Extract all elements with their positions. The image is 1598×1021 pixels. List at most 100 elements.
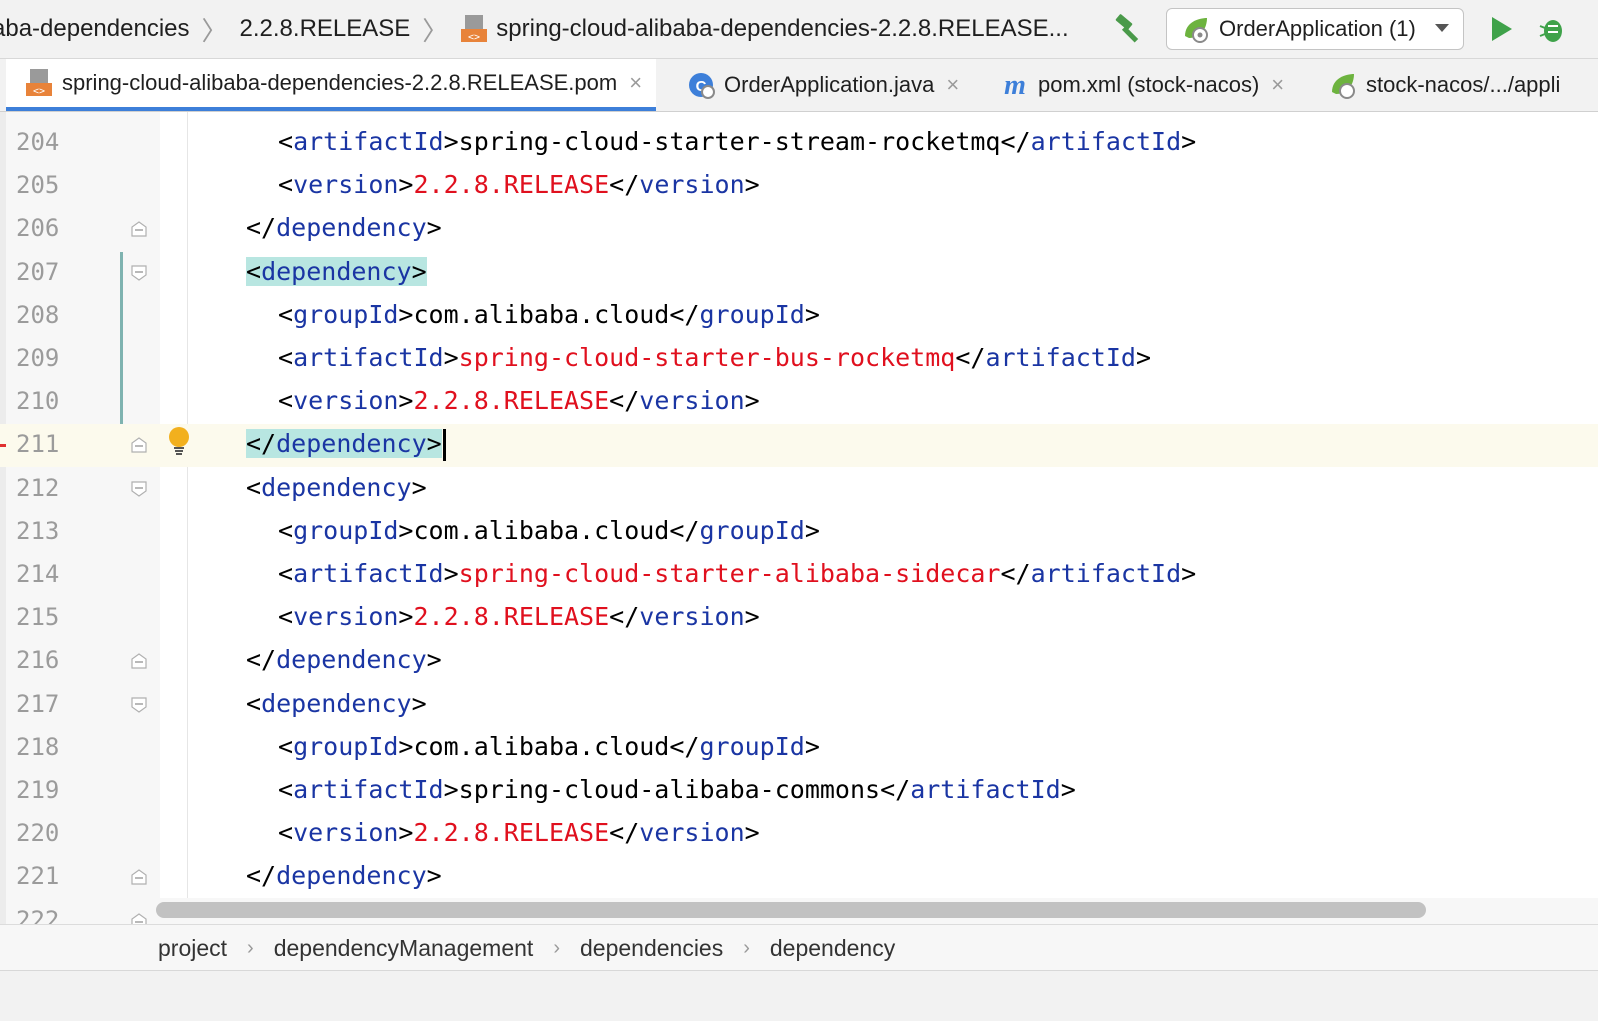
code-text: <artifactId>spring-cloud-starter-bus-roc… — [278, 343, 1151, 372]
tab-label: spring-cloud-alibaba-dependencies-2.2.8.… — [62, 70, 618, 95]
code-line[interactable]: 204 <artifactId>spring-cloud-starter-stre… — [0, 122, 1598, 165]
tag-bracket: </ — [609, 818, 640, 848]
code-line[interactable]: 206 </dependency> — [0, 208, 1598, 251]
code-line[interactable]: 209 <artifactId>spring-cloud-starter-bus-… — [0, 338, 1598, 381]
line-number: 218 — [16, 732, 60, 761]
horizontal-scrollbar[interactable] — [156, 902, 1426, 918]
tag-bracket: > — [411, 472, 427, 502]
tab-stock-nacos-config[interactable]: stock-nacos/.../appli — [1328, 59, 1560, 111]
tag-bracket: </ — [246, 429, 277, 459]
nav-crumb-artifact[interactable]: aba-dependencies — [0, 15, 190, 43]
code-line[interactable]: 217 <dependency> — [0, 684, 1598, 727]
code-line[interactable]: 219 <artifactId>spring-cloud-alibaba-comm… — [0, 770, 1598, 813]
line-number: 221 — [16, 862, 60, 891]
code-line[interactable]: 214 <artifactId>spring-cloud-starter-alib… — [0, 554, 1598, 597]
tag-value: 2.2.8.RELEASE — [413, 170, 610, 200]
close-icon[interactable]: × — [946, 72, 959, 98]
fold-open-icon[interactable] — [130, 480, 148, 498]
tag-bracket: < — [278, 170, 294, 200]
code-text: <version>2.2.8.RELEASE</version> — [278, 818, 760, 847]
code-line[interactable]: 215 <version>2.2.8.RELEASE</version> — [0, 597, 1598, 640]
run-configuration-label: OrderApplication (1) — [1219, 16, 1416, 41]
line-number: 215 — [16, 603, 60, 632]
close-icon[interactable]: × — [629, 70, 642, 96]
tab-order-application[interactable]: C OrderApplication.java × — [686, 59, 959, 111]
code-line[interactable]: 210 <version>2.2.8.RELEASE</version> — [0, 381, 1598, 424]
code-line[interactable]: 205 <version>2.2.8.RELEASE</version> — [0, 165, 1598, 208]
fold-close-icon[interactable] — [130, 652, 148, 670]
code-text: </dependency> — [246, 213, 442, 242]
chevron-right-icon: 〉 — [422, 15, 449, 46]
breadcrumb-dependency-management[interactable]: dependencyManagement — [274, 935, 534, 962]
xml-file-icon: <> — [461, 15, 488, 43]
run-configuration-select[interactable]: OrderApplication (1) — [1166, 8, 1464, 50]
code-line[interactable]: 220 <version>2.2.8.RELEASE</version> — [0, 813, 1598, 856]
java-class-icon: C — [689, 73, 715, 99]
tab-label: stock-nacos/.../appli — [1366, 72, 1561, 97]
tag-bracket: > — [398, 818, 414, 848]
svg-text:<>: <> — [33, 86, 45, 97]
tag-bracket: </ — [1000, 127, 1031, 156]
code-line[interactable]: 221 </dependency> — [0, 856, 1598, 899]
hammer-icon[interactable] — [1112, 12, 1146, 46]
tag-name: dependency — [276, 429, 427, 459]
tag-name: version — [639, 818, 745, 848]
tag-bracket: > — [426, 429, 442, 459]
code-line[interactable]: 216 </dependency> — [0, 640, 1598, 683]
tag-bracket: </ — [880, 775, 911, 804]
code-line[interactable]: 218 <groupId>com.alibaba.cloud</groupId> — [0, 727, 1598, 770]
fold-close-icon[interactable] — [130, 868, 148, 886]
code-line[interactable]: 212 <dependency> — [0, 468, 1598, 511]
tag-bracket: < — [278, 559, 294, 588]
fold-close-icon[interactable] — [130, 220, 148, 238]
nav-crumb-version[interactable]: 2.2.8.RELEASE — [240, 15, 411, 43]
nav-crumb-label: aba-dependencies — [0, 15, 190, 42]
spring-boot-icon — [1185, 18, 1208, 43]
tag-bracket: < — [278, 299, 294, 329]
tab-pom-xml[interactable]: m pom.xml (stock-nacos) × — [1000, 59, 1284, 111]
tab-pom-file[interactable]: <> spring-cloud-alibaba-dependencies-2.2… — [6, 59, 657, 111]
tag-bracket: > — [411, 688, 427, 718]
code-text: <dependency> — [246, 473, 427, 502]
run-icon[interactable] — [1488, 14, 1516, 44]
code-text: </dependency> — [246, 645, 442, 674]
code-editor[interactable]: 204 <artifactId>spring-cloud-starter-stre… — [0, 112, 1598, 924]
nav-crumb-label: spring-cloud-alibaba-dependencies-2.2.8.… — [496, 15, 1069, 42]
code-line[interactable]: 208 <groupId>com.alibaba.cloud</groupId> — [0, 295, 1598, 338]
tag-bracket: < — [278, 515, 294, 545]
tag-name: version — [639, 386, 745, 416]
line-number: 208 — [16, 300, 60, 329]
chevron-right-icon: › — [553, 936, 560, 959]
tag-bracket: < — [246, 688, 262, 718]
line-number: 210 — [16, 387, 60, 416]
code-line[interactable]: 213 <groupId>com.alibaba.cloud</groupId> — [0, 511, 1598, 554]
fold-close-icon[interactable] — [130, 436, 148, 454]
line-number: 206 — [16, 214, 60, 243]
xml-file-icon: <> — [26, 69, 52, 97]
fold-open-icon[interactable] — [130, 696, 148, 714]
code-text: <version>2.2.8.RELEASE</version> — [278, 386, 760, 415]
debug-icon[interactable] — [1536, 12, 1570, 46]
breadcrumb-dependency[interactable]: dependency — [770, 935, 895, 962]
close-icon[interactable]: × — [1271, 72, 1284, 98]
lightbulb-icon[interactable] — [167, 426, 191, 456]
code-text: <dependency> — [246, 256, 427, 286]
nav-crumb-file[interactable]: <> spring-cloud-alibaba-dependencies-2.2… — [460, 14, 1069, 44]
breadcrumb-dependencies[interactable]: dependencies — [580, 935, 723, 962]
tag-value: spring-cloud-starter-bus-rocketmq — [458, 343, 956, 372]
tag-bracket: </ — [955, 343, 986, 372]
code-line[interactable]: 211 </dependency> — [0, 424, 1598, 468]
tag-name: dependency — [276, 861, 427, 891]
breadcrumb-project[interactable]: project — [158, 935, 227, 962]
svg-text:m: m — [1004, 70, 1026, 100]
fold-open-icon[interactable] — [130, 264, 148, 282]
code-line[interactable]: 207 <dependency> — [0, 252, 1598, 295]
fold-close-icon[interactable] — [130, 912, 148, 924]
tag-name: groupId — [293, 299, 399, 329]
tag-name: groupId — [699, 731, 805, 761]
code-text: <dependency> — [246, 689, 427, 718]
tag-bracket: > — [744, 386, 760, 416]
tag-bracket: < — [278, 775, 294, 804]
line-number: 214 — [16, 560, 60, 588]
tag-name: artifactId — [910, 775, 1061, 804]
